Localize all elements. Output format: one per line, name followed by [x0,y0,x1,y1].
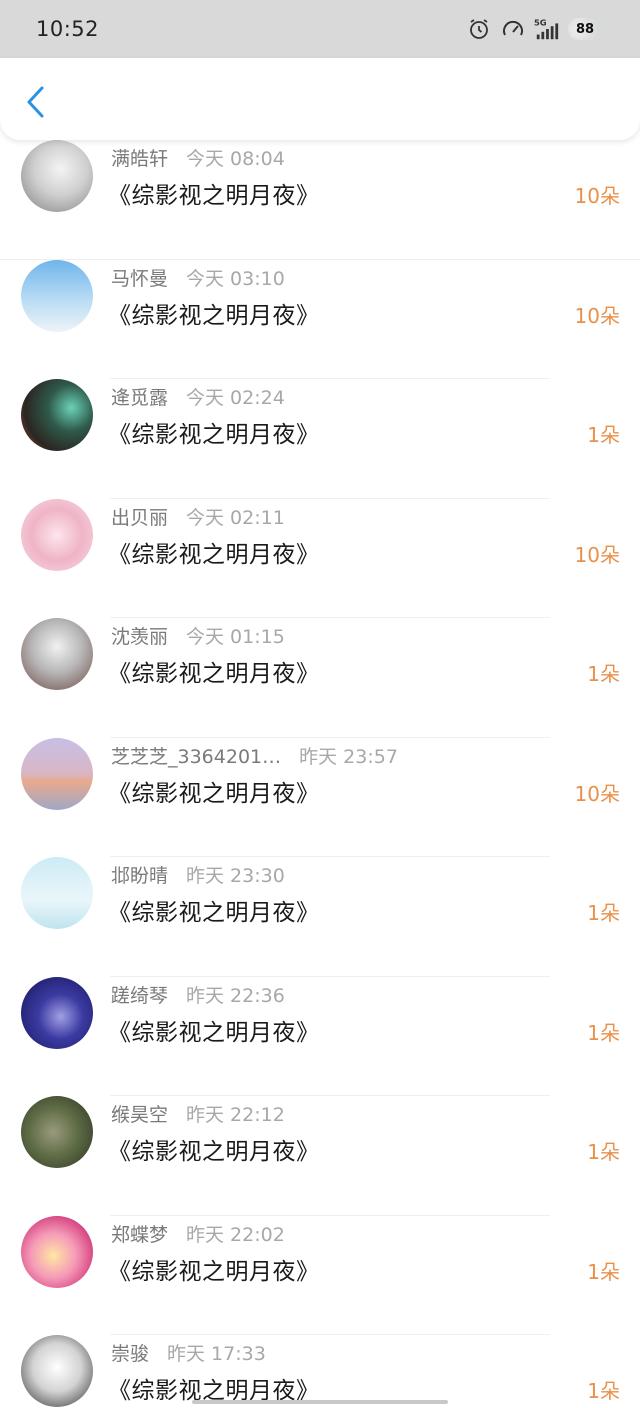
avatar[interactable] [21,140,93,212]
timestamp: 今天 08:04 [186,148,285,170]
item-meta: 出贝丽 今天 02:11 [111,503,285,530]
list-item[interactable]: 马怀曼 今天 03:10 《综影视之明月夜》 10朵 [0,259,640,379]
item-meta: 郑蝶梦 昨天 22:02 [111,1220,285,1247]
avatar[interactable] [21,1096,93,1168]
book-title: 《综影视之明月夜》 [108,302,320,329]
timestamp: 今天 02:24 [186,387,285,409]
list-item[interactable]: 郑蝶梦 昨天 22:02 《综影视之明月夜》 1朵 [0,1215,640,1335]
list-item[interactable]: 芝芝芝_3364201… 昨天 23:57 《综影视之明月夜》 10朵 [0,737,640,857]
flower-amount: 1朵 [587,1379,620,1403]
book-title: 《综影视之明月夜》 [108,1139,320,1165]
chevron-left-icon [27,86,44,118]
list-item[interactable]: 崇骏 昨天 17:33 《综影视之明月夜》 1朵 [0,1335,640,1408]
book-title: 《综影视之明月夜》 [108,1258,320,1285]
avatar[interactable] [21,976,93,1049]
list-item[interactable]: 出贝丽 今天 02:11 《综影视之明月夜》 10朵 [0,498,640,618]
list-item[interactable]: 邶盼晴 昨天 23:30 《综影视之明月夜》 1朵 [0,857,640,977]
book-title: 《综影视之明月夜》 [108,183,320,209]
item-meta: 马怀曼 今天 03:10 [111,264,285,291]
avatar[interactable] [21,379,93,451]
back-button[interactable] [18,82,54,122]
timestamp: 昨天 23:30 [186,865,285,887]
timestamp: 今天 01:15 [186,626,285,648]
book-title: 《综影视之明月夜》 [108,1019,320,1046]
user-name[interactable]: 蹉绮琴 [111,981,168,1008]
book-title: 《综影视之明月夜》 [108,661,320,687]
flower-amount: 1朵 [587,1140,620,1164]
timestamp: 昨天 22:12 [186,1104,285,1126]
book-title: 《综影视之明月夜》 [108,780,320,807]
timestamp: 昨天 17:33 [167,1343,266,1365]
user-name[interactable]: 出贝丽 [111,503,168,530]
status-icons: 5G 88 [466,16,602,42]
status-bar: 10:52 5G 88 [0,0,640,58]
svg-text:5G: 5G [534,17,547,27]
avatar[interactable] [21,857,93,929]
item-meta: 芝芝芝_3364201… 昨天 23:57 [111,742,398,769]
timestamp: 今天 03:10 [186,267,285,290]
flower-amount: 1朵 [587,662,620,686]
speedometer-icon [500,16,526,42]
avatar[interactable] [21,737,93,810]
flower-amount: 1朵 [587,1020,620,1045]
timestamp: 昨天 22:36 [186,984,285,1007]
user-name[interactable]: 满皓轩 [111,144,168,171]
flower-amount: 10朵 [574,184,620,208]
timestamp: 昨天 22:02 [186,1223,285,1246]
timestamp: 今天 02:11 [186,506,285,529]
flower-amount: 1朵 [587,1259,620,1284]
status-time: 10:52 [36,17,100,41]
timestamp: 昨天 23:57 [299,745,398,768]
avatar[interactable] [21,498,93,571]
avatar[interactable] [21,259,93,332]
book-title: 《综影视之明月夜》 [108,900,320,926]
user-name[interactable]: 逄觅露 [111,383,168,410]
battery-indicator: 88 [568,18,602,40]
avatar[interactable] [21,1335,93,1407]
item-meta: 沈羡丽 今天 01:15 [111,622,285,649]
list-item[interactable]: 缑昊空 昨天 22:12 《综影视之明月夜》 1朵 [0,1096,640,1216]
user-name[interactable]: 沈羡丽 [111,622,168,649]
list-item[interactable]: 逄觅露 今天 02:24 《综影视之明月夜》 1朵 [0,379,640,499]
nav-bar [0,58,640,140]
supporter-list: 满皓轩 今天 08:04 《综影视之明月夜》 10朵 马怀曼 今天 03:10 《综影视之明… [0,140,640,1408]
user-name[interactable]: 郑蝶梦 [111,1220,168,1247]
flower-amount: 1朵 [587,423,620,447]
book-title: 《综影视之明月夜》 [108,541,320,568]
item-meta: 崇骏 昨天 17:33 [111,1339,266,1366]
flower-amount: 10朵 [574,542,620,567]
avatar[interactable] [21,1215,93,1288]
list-item[interactable]: 蹉绮琴 昨天 22:36 《综影视之明月夜》 1朵 [0,976,640,1096]
avatar[interactable] [21,618,93,690]
flower-amount: 10朵 [574,781,620,806]
item-meta: 邶盼晴 昨天 23:30 [111,861,285,888]
item-meta: 逄觅露 今天 02:24 [111,383,285,410]
item-meta: 蹉绮琴 昨天 22:36 [111,981,285,1008]
alarm-icon [466,16,492,42]
flower-amount: 10朵 [574,303,620,328]
item-meta: 缑昊空 昨天 22:12 [111,1100,285,1127]
user-name[interactable]: 崇骏 [111,1339,149,1366]
user-name[interactable]: 缑昊空 [111,1100,168,1127]
flower-amount: 1朵 [587,901,620,925]
signal-5g-icon: 5G [534,16,560,42]
book-title: 《综影视之明月夜》 [108,422,320,448]
user-name[interactable]: 邶盼晴 [111,861,168,888]
item-meta: 满皓轩 今天 08:04 [111,144,285,171]
list-item[interactable]: 沈羡丽 今天 01:15 《综影视之明月夜》 1朵 [0,618,640,738]
list-item[interactable]: 满皓轩 今天 08:04 《综影视之明月夜》 10朵 [0,140,640,260]
home-indicator[interactable] [192,1400,448,1404]
user-name[interactable]: 马怀曼 [111,264,168,291]
user-name[interactable]: 芝芝芝_3364201… [111,742,281,769]
